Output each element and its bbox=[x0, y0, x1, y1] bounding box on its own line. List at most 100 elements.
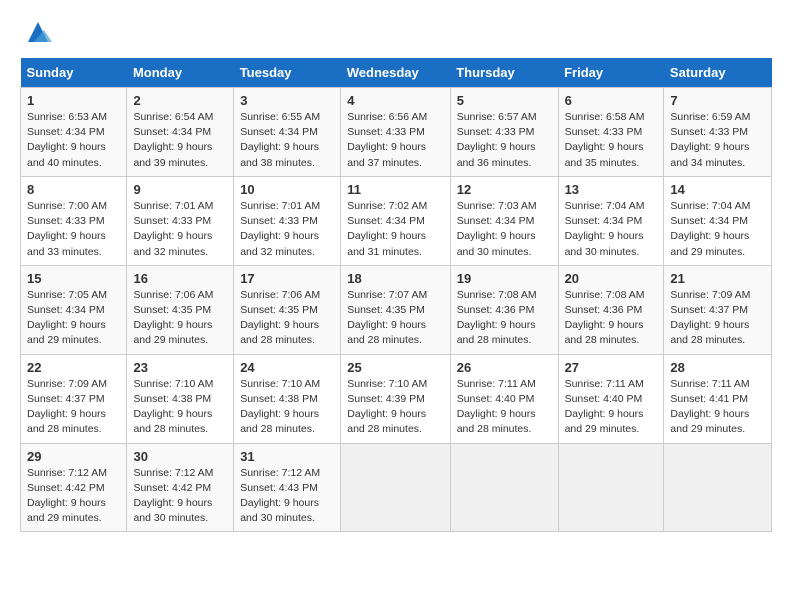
calendar-cell: 16 Sunrise: 7:06 AMSunset: 4:35 PMDayligh… bbox=[127, 265, 234, 354]
day-info: Sunrise: 6:57 AMSunset: 4:33 PMDaylight:… bbox=[457, 111, 537, 169]
day-number: 23 bbox=[133, 360, 227, 375]
calendar-cell: 1 Sunrise: 6:53 AMSunset: 4:34 PMDaylight… bbox=[21, 88, 127, 177]
day-info: Sunrise: 6:53 AMSunset: 4:34 PMDaylight:… bbox=[27, 111, 107, 169]
calendar-header-row: SundayMondayTuesdayWednesdayThursdayFrid… bbox=[21, 58, 772, 88]
day-info: Sunrise: 7:11 AMSunset: 4:40 PMDaylight:… bbox=[457, 378, 536, 436]
day-number: 25 bbox=[347, 360, 443, 375]
day-number: 21 bbox=[670, 271, 765, 286]
calendar-cell: 25 Sunrise: 7:10 AMSunset: 4:39 PMDayligh… bbox=[341, 354, 450, 443]
day-info: Sunrise: 7:05 AMSunset: 4:34 PMDaylight:… bbox=[27, 289, 107, 347]
day-info: Sunrise: 6:59 AMSunset: 4:33 PMDaylight:… bbox=[670, 111, 750, 169]
col-header-tuesday: Tuesday bbox=[234, 58, 341, 88]
day-number: 30 bbox=[133, 449, 227, 464]
calendar-cell: 5 Sunrise: 6:57 AMSunset: 4:33 PMDaylight… bbox=[450, 88, 558, 177]
calendar-cell: 28 Sunrise: 7:11 AMSunset: 4:41 PMDayligh… bbox=[664, 354, 772, 443]
day-info: Sunrise: 6:58 AMSunset: 4:33 PMDaylight:… bbox=[565, 111, 645, 169]
col-header-saturday: Saturday bbox=[664, 58, 772, 88]
day-number: 28 bbox=[670, 360, 765, 375]
day-number: 17 bbox=[240, 271, 334, 286]
day-number: 26 bbox=[457, 360, 552, 375]
day-info: Sunrise: 7:11 AMSunset: 4:40 PMDaylight:… bbox=[565, 378, 644, 436]
calendar-cell: 23 Sunrise: 7:10 AMSunset: 4:38 PMDayligh… bbox=[127, 354, 234, 443]
calendar-cell: 14 Sunrise: 7:04 AMSunset: 4:34 PMDayligh… bbox=[664, 176, 772, 265]
day-number: 5 bbox=[457, 93, 552, 108]
day-number: 3 bbox=[240, 93, 334, 108]
calendar-cell: 11 Sunrise: 7:02 AMSunset: 4:34 PMDayligh… bbox=[341, 176, 450, 265]
day-number: 31 bbox=[240, 449, 334, 464]
calendar-cell: 10 Sunrise: 7:01 AMSunset: 4:33 PMDayligh… bbox=[234, 176, 341, 265]
header bbox=[20, 18, 772, 46]
day-number: 1 bbox=[27, 93, 120, 108]
day-number: 8 bbox=[27, 182, 120, 197]
day-number: 18 bbox=[347, 271, 443, 286]
day-info: Sunrise: 7:09 AMSunset: 4:37 PMDaylight:… bbox=[670, 289, 750, 347]
day-info: Sunrise: 6:54 AMSunset: 4:34 PMDaylight:… bbox=[133, 111, 213, 169]
col-header-wednesday: Wednesday bbox=[341, 58, 450, 88]
calendar-cell: 13 Sunrise: 7:04 AMSunset: 4:34 PMDayligh… bbox=[558, 176, 664, 265]
calendar-cell: 27 Sunrise: 7:11 AMSunset: 4:40 PMDayligh… bbox=[558, 354, 664, 443]
day-number: 9 bbox=[133, 182, 227, 197]
calendar-cell bbox=[450, 443, 558, 532]
day-info: Sunrise: 7:10 AMSunset: 4:38 PMDaylight:… bbox=[240, 378, 320, 436]
day-number: 16 bbox=[133, 271, 227, 286]
day-number: 12 bbox=[457, 182, 552, 197]
day-number: 24 bbox=[240, 360, 334, 375]
logo-icon bbox=[24, 18, 52, 46]
day-info: Sunrise: 7:01 AMSunset: 4:33 PMDaylight:… bbox=[133, 200, 213, 258]
day-number: 4 bbox=[347, 93, 443, 108]
calendar-cell bbox=[341, 443, 450, 532]
day-info: Sunrise: 7:12 AMSunset: 4:43 PMDaylight:… bbox=[240, 467, 320, 525]
day-info: Sunrise: 7:08 AMSunset: 4:36 PMDaylight:… bbox=[565, 289, 645, 347]
calendar-cell: 2 Sunrise: 6:54 AMSunset: 4:34 PMDaylight… bbox=[127, 88, 234, 177]
day-number: 20 bbox=[565, 271, 658, 286]
col-header-monday: Monday bbox=[127, 58, 234, 88]
calendar-cell: 19Sunrise: 7:08 AMSunset: 4:36 PMDayligh… bbox=[450, 265, 558, 354]
calendar-cell: 7 Sunrise: 6:59 AMSunset: 4:33 PMDaylight… bbox=[664, 88, 772, 177]
day-info: Sunrise: 7:00 AMSunset: 4:33 PMDaylight:… bbox=[27, 200, 107, 258]
day-info: Sunrise: 7:09 AMSunset: 4:37 PMDaylight:… bbox=[27, 378, 107, 436]
day-number: 7 bbox=[670, 93, 765, 108]
col-header-friday: Friday bbox=[558, 58, 664, 88]
day-number: 27 bbox=[565, 360, 658, 375]
calendar-cell: 29Sunrise: 7:12 AMSunset: 4:42 PMDayligh… bbox=[21, 443, 127, 532]
week-row-4: 22 Sunrise: 7:09 AMSunset: 4:37 PMDayligh… bbox=[21, 354, 772, 443]
day-info: Sunrise: 7:10 AMSunset: 4:38 PMDaylight:… bbox=[133, 378, 213, 436]
calendar-cell: 21 Sunrise: 7:09 AMSunset: 4:37 PMDayligh… bbox=[664, 265, 772, 354]
page: SundayMondayTuesdayWednesdayThursdayFrid… bbox=[0, 0, 792, 544]
calendar-cell: 24 Sunrise: 7:10 AMSunset: 4:38 PMDayligh… bbox=[234, 354, 341, 443]
day-info: Sunrise: 7:07 AMSunset: 4:35 PMDaylight:… bbox=[347, 289, 427, 347]
calendar-cell: 4 Sunrise: 6:56 AMSunset: 4:33 PMDaylight… bbox=[341, 88, 450, 177]
day-info: Sunrise: 7:03 AMSunset: 4:34 PMDaylight:… bbox=[457, 200, 537, 258]
calendar-cell bbox=[558, 443, 664, 532]
calendar-cell: 9 Sunrise: 7:01 AMSunset: 4:33 PMDaylight… bbox=[127, 176, 234, 265]
day-number: 13 bbox=[565, 182, 658, 197]
day-number: 2 bbox=[133, 93, 227, 108]
day-number: 6 bbox=[565, 93, 658, 108]
col-header-sunday: Sunday bbox=[21, 58, 127, 88]
calendar-cell: 31 Sunrise: 7:12 AMSunset: 4:43 PMDayligh… bbox=[234, 443, 341, 532]
day-info: Sunrise: 7:08 AMSunset: 4:36 PMDaylight:… bbox=[457, 289, 537, 347]
calendar-table: SundayMondayTuesdayWednesdayThursdayFrid… bbox=[20, 58, 772, 532]
calendar-cell: 17Sunrise: 7:06 AMSunset: 4:35 PMDayligh… bbox=[234, 265, 341, 354]
day-number: 15 bbox=[27, 271, 120, 286]
day-number: 10 bbox=[240, 182, 334, 197]
week-row-2: 8 Sunrise: 7:00 AMSunset: 4:33 PMDaylight… bbox=[21, 176, 772, 265]
day-number: 14 bbox=[670, 182, 765, 197]
calendar-cell: 15 Sunrise: 7:05 AMSunset: 4:34 PMDayligh… bbox=[21, 265, 127, 354]
calendar-cell: 12 Sunrise: 7:03 AMSunset: 4:34 PMDayligh… bbox=[450, 176, 558, 265]
day-number: 11 bbox=[347, 182, 443, 197]
day-info: Sunrise: 7:06 AMSunset: 4:35 PMDaylight:… bbox=[133, 289, 213, 347]
day-info: Sunrise: 6:56 AMSunset: 4:33 PMDaylight:… bbox=[347, 111, 427, 169]
day-info: Sunrise: 7:11 AMSunset: 4:41 PMDaylight:… bbox=[670, 378, 749, 436]
calendar-cell: 30Sunrise: 7:12 AMSunset: 4:42 PMDayligh… bbox=[127, 443, 234, 532]
day-info: Sunrise: 7:10 AMSunset: 4:39 PMDaylight:… bbox=[347, 378, 427, 436]
day-info: Sunrise: 7:01 AMSunset: 4:33 PMDaylight:… bbox=[240, 200, 320, 258]
day-info: Sunrise: 6:55 AMSunset: 4:34 PMDaylight:… bbox=[240, 111, 320, 169]
day-number: 29 bbox=[27, 449, 120, 464]
calendar-cell: 26 Sunrise: 7:11 AMSunset: 4:40 PMDayligh… bbox=[450, 354, 558, 443]
week-row-3: 15 Sunrise: 7:05 AMSunset: 4:34 PMDayligh… bbox=[21, 265, 772, 354]
day-info: Sunrise: 7:04 AMSunset: 4:34 PMDaylight:… bbox=[670, 200, 750, 258]
day-info: Sunrise: 7:02 AMSunset: 4:34 PMDaylight:… bbox=[347, 200, 427, 258]
day-number: 22 bbox=[27, 360, 120, 375]
day-info: Sunrise: 7:04 AMSunset: 4:34 PMDaylight:… bbox=[565, 200, 645, 258]
